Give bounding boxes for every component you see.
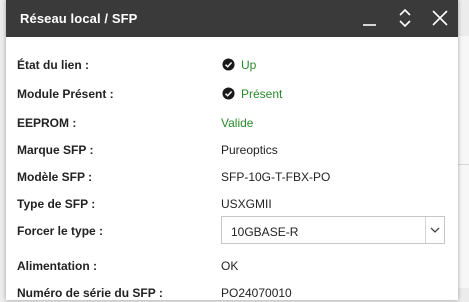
module-present-value: Présent (222, 87, 282, 101)
background-divider (458, 164, 469, 165)
sfp-brand-label: Marque SFP : (17, 143, 94, 157)
chevron-down-icon (430, 227, 440, 233)
minimize-button[interactable] (358, 6, 382, 30)
minimize-icon (363, 24, 376, 26)
dialog-title: Réseau local / SFP (20, 11, 138, 26)
eeprom-value: Valide (221, 116, 254, 130)
row-sfp-model: Modèle SFP : SFP-10G-T-FBX-PO (6, 166, 458, 186)
maximize-button[interactable] (393, 6, 417, 30)
eeprom-label: EEPROM : (17, 116, 77, 130)
row-module-present: Module Présent : Présent (6, 83, 458, 103)
close-button[interactable] (428, 6, 452, 30)
link-state-label: État du lien : (17, 58, 89, 72)
maximize-icon (399, 8, 411, 28)
select-divider (425, 217, 426, 243)
sfp-model-label: Modèle SFP : (17, 170, 93, 184)
row-serial-number: Numéro de série du SFP : PO24070010 (6, 282, 458, 302)
sfp-brand-value: Pureoptics (221, 143, 278, 157)
dialog-titlebar[interactable]: Réseau local / SFP (6, 0, 458, 37)
sfp-dialog: Réseau local / SFP État du lien : Up Mod… (6, 0, 458, 300)
row-link-state: État du lien : Up (6, 54, 458, 74)
link-state-text: Up (241, 58, 257, 72)
row-sfp-brand: Marque SFP : Pureoptics (6, 139, 458, 159)
check-circle-icon (222, 58, 235, 71)
row-power: Alimentation : OK (6, 255, 458, 275)
serial-number-label: Numéro de série du SFP : (17, 286, 163, 300)
module-present-text: Présent (241, 87, 283, 101)
module-present-label: Module Présent : (17, 87, 114, 101)
force-type-label: Forcer le type : (17, 224, 104, 238)
row-sfp-type: Type de SFP : USXGMII (6, 193, 458, 213)
sfp-type-label: Type de SFP : (17, 197, 96, 211)
close-icon (432, 10, 448, 26)
row-force-type: Forcer le type : 10GBASE-R (6, 216, 458, 244)
row-eeprom: EEPROM : Valide (6, 112, 458, 132)
power-label: Alimentation : (17, 259, 97, 273)
force-type-selected-value: 10GBASE-R (231, 225, 299, 239)
check-circle-icon (222, 87, 235, 100)
link-state-value: Up (222, 58, 256, 72)
serial-number-value: PO24070010 (221, 286, 292, 300)
sfp-type-value: USXGMII (221, 197, 272, 211)
background-panel (458, 36, 469, 288)
sfp-model-value: SFP-10G-T-FBX-PO (221, 170, 331, 184)
force-type-select[interactable]: 10GBASE-R (221, 216, 445, 244)
power-value: OK (221, 259, 239, 273)
